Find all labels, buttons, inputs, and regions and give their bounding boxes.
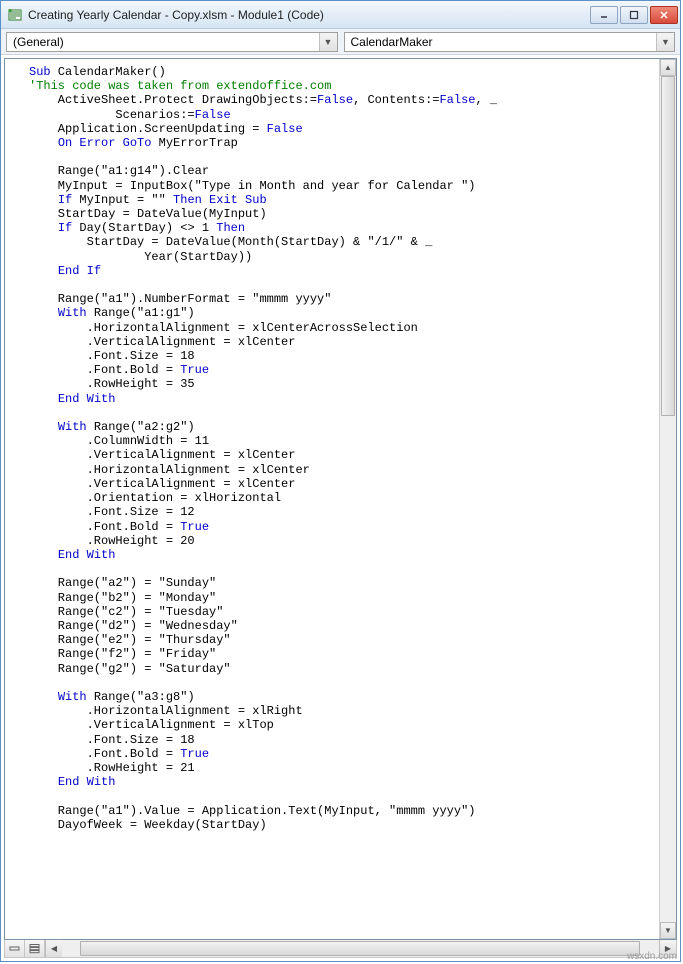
object-dropdown[interactable]: (General) ▼ [6, 32, 338, 52]
close-button[interactable] [650, 6, 678, 24]
full-module-view-button[interactable] [25, 940, 45, 957]
scroll-track[interactable] [660, 76, 676, 922]
title-bar[interactable]: Creating Yearly Calendar - Copy.xlsm - M… [1, 1, 680, 29]
maximize-button[interactable] [620, 6, 648, 24]
object-dropdown-value: (General) [13, 35, 64, 49]
minimize-button[interactable] [590, 6, 618, 24]
vertical-scrollbar[interactable]: ▲ ▼ [659, 59, 676, 939]
procedure-dropdown-value: CalendarMaker [351, 35, 433, 49]
horizontal-scroll-thumb[interactable] [80, 941, 640, 956]
window-controls [590, 6, 678, 24]
scroll-thumb[interactable] [661, 76, 675, 416]
scroll-left-button[interactable]: ◀ [45, 940, 62, 957]
procedure-view-button[interactable] [5, 940, 25, 957]
code-text[interactable]: Sub CalendarMaker() 'This code was taken… [5, 59, 659, 939]
chevron-down-icon: ▼ [319, 33, 337, 51]
code-window: Creating Yearly Calendar - Copy.xlsm - M… [0, 0, 681, 962]
horizontal-scroll-track[interactable] [62, 940, 659, 957]
bottom-bar: ◀ ▶ [4, 940, 677, 958]
app-icon [7, 7, 23, 23]
scroll-down-button[interactable]: ▼ [660, 922, 676, 939]
code-editor: Sub CalendarMaker() 'This code was taken… [4, 58, 677, 940]
window-title: Creating Yearly Calendar - Copy.xlsm - M… [28, 8, 590, 22]
procedure-dropdown[interactable]: CalendarMaker ▼ [344, 32, 676, 52]
watermark: wsxdn.com [627, 951, 677, 962]
object-procedure-bar: (General) ▼ CalendarMaker ▼ [1, 29, 680, 55]
scroll-up-button[interactable]: ▲ [660, 59, 676, 76]
chevron-down-icon: ▼ [656, 33, 674, 51]
